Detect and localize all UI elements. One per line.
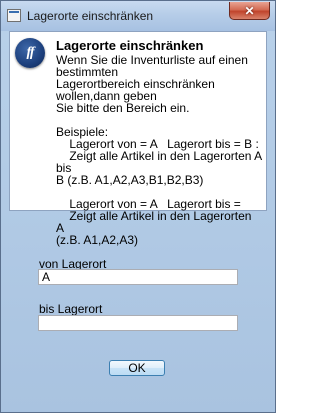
von-lagerort-input[interactable] (38, 269, 238, 285)
app-logo-icon: ff (15, 38, 45, 68)
window-title: Lagerorte einschränken (27, 9, 154, 23)
close-button[interactable]: ✕ (229, 2, 270, 20)
close-icon: ✕ (244, 3, 255, 18)
panel-heading: Lagerorte einschränken (56, 38, 204, 53)
dialog-window: Lagerorte einschränken ✕ ff Lagerorte ei… (0, 0, 276, 413)
bis-lagerort-input[interactable] (38, 315, 238, 331)
bis-lagerort-label: bis Lagerort (39, 302, 103, 316)
info-panel: ff Lagerorte einschränken Wenn Sie die I… (9, 31, 267, 246)
window-icon (7, 9, 21, 22)
title-bar[interactable]: Lagerorte einschränken ✕ (1, 1, 275, 31)
logo-text: ff (26, 45, 34, 60)
panel-description: Wenn Sie die Inventurliste auf einen bes… (56, 53, 262, 247)
ok-button[interactable]: OK (109, 360, 165, 376)
